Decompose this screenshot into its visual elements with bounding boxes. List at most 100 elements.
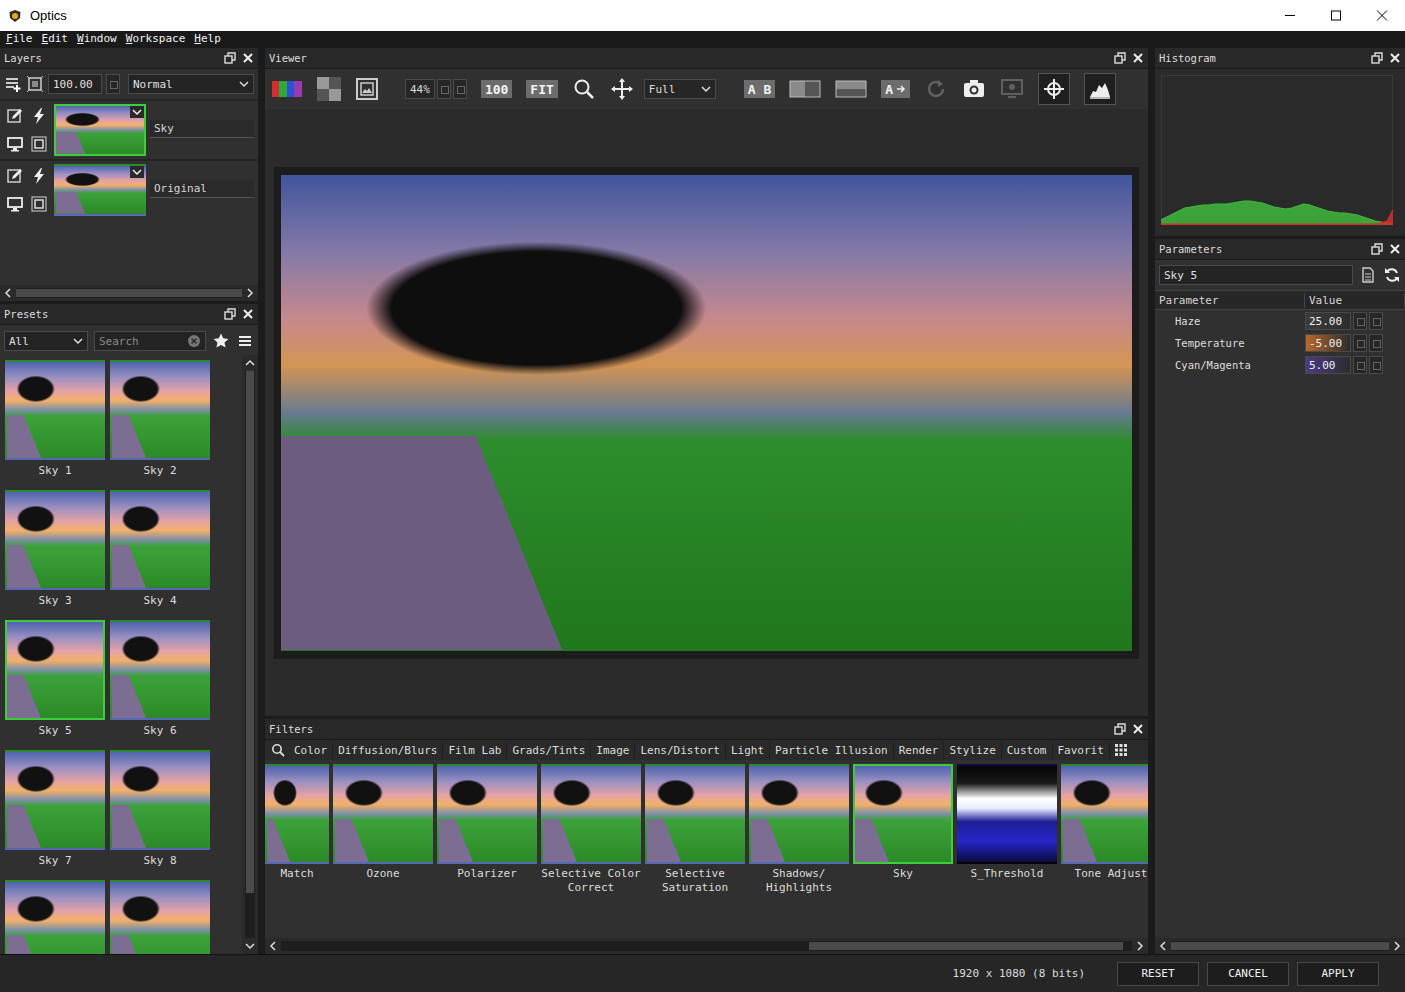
lightning-icon[interactable] — [30, 167, 48, 185]
value-spinner[interactable] — [1353, 334, 1367, 352]
ab-compare-button[interactable]: A B — [744, 80, 775, 98]
close-panel-icon[interactable] — [1132, 723, 1144, 735]
scroll-down-icon[interactable] — [245, 941, 255, 951]
value-reset[interactable] — [1369, 334, 1383, 352]
float-panel-icon[interactable] — [224, 52, 236, 64]
dialog-button[interactable]: APPLY — [1297, 962, 1379, 986]
mask-icon[interactable] — [30, 195, 48, 213]
filter-tab[interactable]: Color — [289, 742, 333, 759]
filter-item[interactable]: Selective Saturation — [645, 764, 745, 938]
filter-item[interactable]: Sky — [853, 764, 953, 938]
zoom-input[interactable]: 44% — [405, 79, 435, 99]
zoom-spinner[interactable] — [437, 79, 451, 99]
scroll-right-icon[interactable] — [1392, 941, 1402, 951]
filter-item[interactable]: Selective Color Correct — [541, 764, 641, 938]
checker-background-icon[interactable] — [317, 77, 341, 101]
grid-view-icon[interactable] — [1114, 743, 1128, 757]
value-reset[interactable] — [1369, 356, 1383, 374]
filter-tab[interactable]: Custom — [1002, 742, 1053, 759]
filter-item[interactable]: Shadows/ Highlights — [749, 764, 849, 938]
fit-layer-icon[interactable] — [26, 75, 44, 93]
layer-menu-icon[interactable] — [130, 106, 144, 118]
preset-item[interactable]: Sky 7 — [5, 750, 105, 875]
menu-item[interactable]: Window — [77, 31, 117, 47]
rgb-channels-icon[interactable] — [271, 79, 303, 99]
close-panel-icon[interactable] — [1389, 243, 1401, 255]
scroll-thumb[interactable] — [16, 289, 242, 297]
scroll-track[interactable] — [16, 288, 242, 298]
maximize-icon[interactable] — [1313, 0, 1359, 31]
scroll-thumb[interactable] — [1171, 942, 1389, 950]
monitor-icon[interactable] — [6, 135, 24, 153]
scroll-track[interactable] — [1171, 941, 1389, 951]
search-icon[interactable] — [271, 743, 285, 757]
opacity-input[interactable]: 100.00 — [48, 74, 102, 94]
blend-mode-select[interactable]: Normal — [128, 74, 254, 94]
dialog-button[interactable]: CANCEL — [1207, 962, 1289, 986]
parameters-scrollbar[interactable] — [1155, 938, 1405, 954]
menu-item[interactable]: Edit — [42, 31, 69, 47]
filter-tab[interactable]: Light — [726, 742, 770, 759]
layer-row[interactable]: Sky — [0, 99, 258, 159]
preset-item[interactable]: Sky 2 — [110, 360, 210, 485]
float-panel-icon[interactable] — [1114, 723, 1126, 735]
scroll-right-icon[interactable] — [1135, 941, 1145, 951]
close-panel-icon[interactable] — [242, 308, 254, 320]
preset-item[interactable] — [5, 880, 105, 954]
value-spinner[interactable] — [1353, 312, 1367, 330]
mask-icon[interactable] — [30, 135, 48, 153]
value-reset[interactable] — [1369, 312, 1383, 330]
presets-menu-icon[interactable] — [236, 332, 254, 350]
histogram-toggle[interactable] — [1084, 73, 1116, 105]
magnifier-icon[interactable] — [572, 77, 596, 101]
preset-item[interactable]: Sky 4 — [110, 490, 210, 615]
preset-item[interactable]: Sky 5 — [5, 620, 105, 745]
layer-thumbnail[interactable] — [54, 164, 146, 216]
filter-tab[interactable]: Image — [591, 742, 635, 759]
refresh-icon[interactable] — [924, 77, 948, 101]
opacity-spinner[interactable] — [106, 74, 120, 94]
actual-size-button[interactable]: 100 — [481, 80, 512, 98]
close-panel-icon[interactable] — [1132, 52, 1144, 64]
move-icon[interactable] — [610, 77, 634, 101]
scroll-up-icon[interactable] — [245, 358, 255, 368]
favorite-star-icon[interactable] — [212, 332, 230, 350]
filters-scrollbar[interactable] — [265, 938, 1148, 954]
minimize-icon[interactable] — [1267, 0, 1313, 31]
filter-item[interactable]: Match — [265, 764, 329, 938]
scroll-left-icon[interactable] — [3, 288, 13, 298]
edit-layer-icon[interactable] — [6, 167, 24, 185]
reset-parameters-icon[interactable] — [1383, 266, 1401, 284]
scroll-left-icon[interactable] — [268, 941, 278, 951]
layer-thumbnail[interactable] — [54, 104, 146, 156]
view-mode-select[interactable]: Full — [644, 79, 716, 99]
filter-tab[interactable]: Favorit — [1053, 742, 1110, 759]
filter-tab[interactable]: Film Lab — [443, 742, 507, 759]
edit-layer-icon[interactable] — [6, 107, 24, 125]
value-spinner[interactable] — [1353, 356, 1367, 374]
single-view-button[interactable]: A — [881, 80, 910, 98]
filter-tab[interactable]: Diffusion/Blurs — [333, 742, 443, 759]
presets-scrollbar[interactable] — [242, 355, 258, 954]
crosshair-toggle[interactable] — [1038, 73, 1070, 105]
layer-menu-icon[interactable] — [130, 166, 144, 178]
zoom-reset[interactable] — [453, 79, 467, 99]
filter-item[interactable]: S_Threshold — [957, 764, 1057, 938]
category-select[interactable]: All — [4, 331, 88, 351]
preset-item[interactable]: Sky 1 — [5, 360, 105, 485]
close-panel-icon[interactable] — [242, 52, 254, 64]
filter-item[interactable]: Tone Adjust — [1061, 764, 1148, 938]
float-panel-icon[interactable] — [1114, 52, 1126, 64]
fit-button[interactable]: FIT — [526, 80, 557, 98]
monitor-icon[interactable] — [6, 195, 24, 213]
layer-name[interactable]: Sky — [150, 120, 254, 138]
split-horizontal-icon[interactable] — [835, 79, 867, 99]
preset-item[interactable]: Sky 3 — [5, 490, 105, 615]
monitor-snapshot-icon[interactable] — [1000, 77, 1024, 101]
float-panel-icon[interactable] — [1371, 52, 1383, 64]
clear-search-icon[interactable] — [187, 334, 201, 348]
scroll-track[interactable] — [245, 371, 255, 938]
filter-tab[interactable]: Stylize — [944, 742, 1001, 759]
layers-scrollbar[interactable] — [0, 285, 258, 301]
parameter-value-input[interactable]: 25.00 — [1305, 312, 1351, 330]
